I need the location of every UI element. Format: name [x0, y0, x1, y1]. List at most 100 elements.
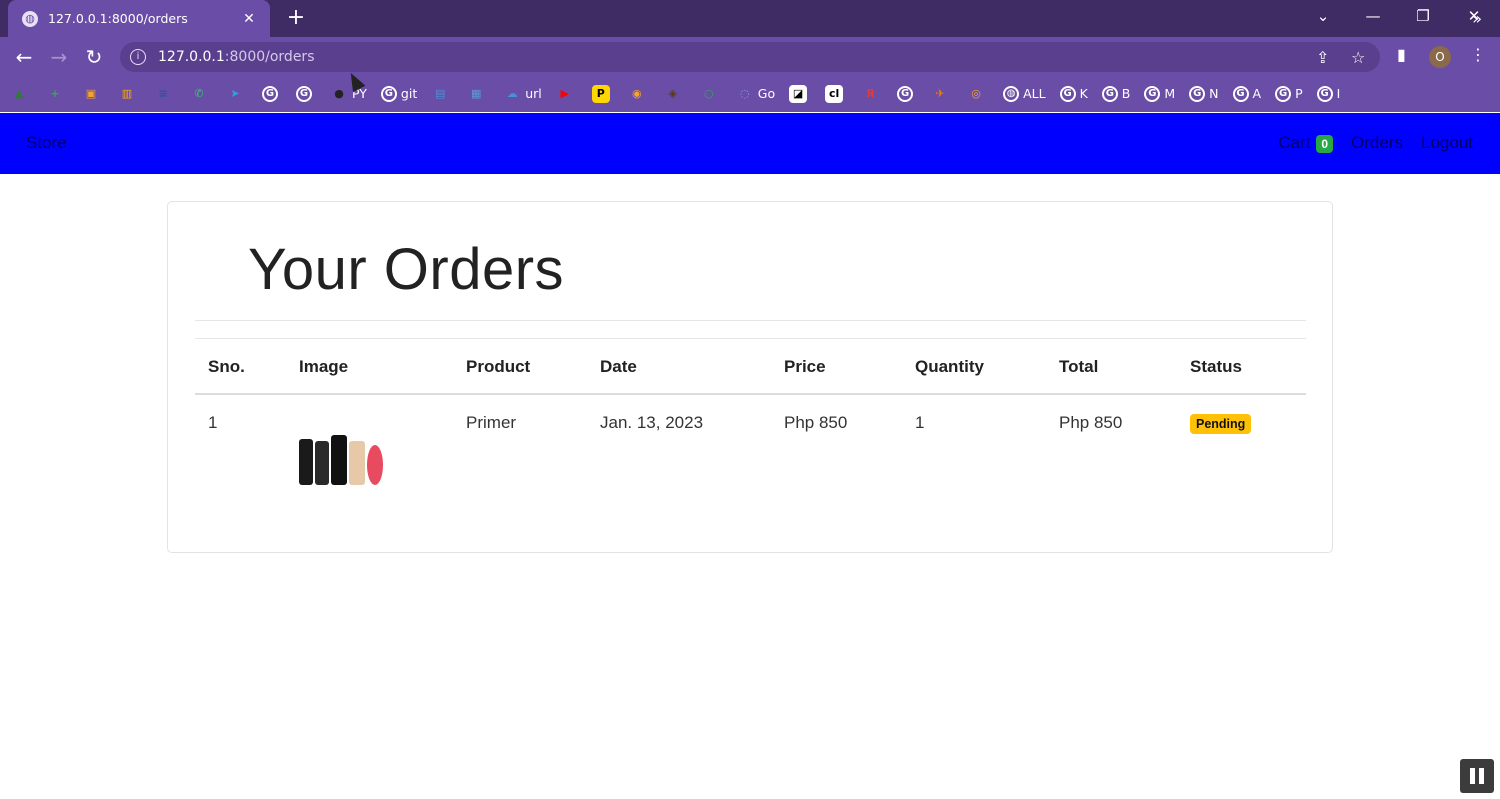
- plus-app-icon: +: [50, 87, 60, 100]
- restore-icon[interactable]: ❐: [1400, 0, 1446, 32]
- bookmark-item[interactable]: GK: [1059, 85, 1088, 102]
- eye-icon: ◎: [971, 87, 981, 100]
- bookmark-item[interactable]: G: [296, 85, 316, 102]
- bookmark-item[interactable]: Ggit: [380, 85, 418, 102]
- cloud-icon: ☁: [506, 87, 518, 100]
- google-icon: G: [1316, 85, 1333, 102]
- bookmarks-overflow-icon[interactable]: »: [1472, 9, 1482, 28]
- bookmark-item[interactable]: GI: [1316, 85, 1341, 102]
- bookmark-label: url: [525, 86, 542, 101]
- cell-date: Jan. 13, 2023: [600, 413, 704, 432]
- bookmark-item[interactable]: ▣: [82, 85, 104, 103]
- forward-icon[interactable]: →: [46, 44, 72, 70]
- cl-icon: cl: [825, 84, 844, 103]
- bookmarks-bar: ▲ + ▣ ▥ ≡ ✆ ➤ G G ● PY Ggit ▤ ▦ ☁ url ▶ P ◉ ◈ ○ ◌ Go ◪ cl Я G ✈ ◎ ◍ AL…: [0, 75, 1500, 112]
- brand-link[interactable]: Store: [26, 133, 67, 153]
- bookmark-label: B: [1121, 86, 1131, 101]
- cell-product: Primer: [466, 413, 517, 432]
- bookmark-item[interactable]: ◉: [628, 85, 650, 103]
- pause-recording-button[interactable]: [1460, 759, 1494, 793]
- bookmark-label: git: [400, 86, 418, 101]
- bookmark-item[interactable]: Я: [861, 85, 883, 103]
- bookmark-item[interactable]: G: [262, 85, 282, 102]
- bookmark-item[interactable]: ◪: [789, 84, 811, 103]
- google-icon: G: [296, 85, 312, 102]
- google-icon: G: [1059, 85, 1076, 102]
- bookmark-item[interactable]: ▦: [467, 85, 489, 103]
- status-badge: Pending: [1190, 414, 1252, 434]
- tab-search-icon[interactable]: ⌄: [1300, 0, 1346, 32]
- side-panel-icon[interactable]: ▮: [1397, 45, 1406, 64]
- google-icon: G: [380, 85, 397, 102]
- bookmark-item[interactable]: ✆: [190, 85, 212, 103]
- bookmark-item[interactable]: cl: [825, 84, 847, 103]
- bookmark-item[interactable]: ▤: [431, 85, 453, 103]
- swirl-icon: ◌: [739, 87, 750, 100]
- menu-kebab-icon[interactable]: ⋮: [1470, 45, 1486, 64]
- column-header-price: Price: [771, 339, 902, 395]
- bookmark-item[interactable]: G: [897, 85, 917, 102]
- bookmark-label: P: [1295, 86, 1303, 101]
- bookmark-item[interactable]: ◍ ALL: [1003, 85, 1046, 102]
- cell-status: Pending: [1177, 394, 1306, 497]
- orders-card: Your Orders Sno. Image Product Date Pric…: [167, 201, 1333, 553]
- table-top-divider: [195, 338, 1306, 339]
- bookmark-item[interactable]: P: [591, 84, 614, 103]
- bookmark-item[interactable]: +: [46, 85, 68, 103]
- cell-sno: 1: [208, 413, 218, 432]
- bookmark-label: K: [1079, 86, 1088, 101]
- cell-total: Php 850: [1059, 413, 1123, 432]
- bookmark-label: ALL: [1023, 86, 1046, 101]
- browser-titlebar: ◍ 127.0.0.1:8000/orders ✕ + ⌄ — ❐ ✕: [0, 0, 1500, 37]
- bookmark-label: I: [1336, 86, 1341, 101]
- site-navbar: Store Cart 0 Orders Logout: [0, 113, 1500, 174]
- reload-icon[interactable]: ↻: [81, 44, 107, 70]
- profile-avatar[interactable]: O: [1429, 46, 1451, 68]
- orders-link[interactable]: Orders: [1351, 133, 1403, 153]
- drive-icon: ▲: [14, 87, 24, 100]
- tab-title: 127.0.0.1:8000/orders: [48, 11, 188, 26]
- page-title: Your Orders: [248, 237, 565, 302]
- bookmark-item[interactable]: ◈: [664, 85, 686, 103]
- google-icon: G: [1101, 85, 1118, 102]
- logout-link[interactable]: Logout: [1421, 133, 1473, 153]
- new-tab-button[interactable]: +: [284, 6, 308, 30]
- bookmark-item[interactable]: GB: [1101, 85, 1131, 102]
- product-image: [299, 423, 441, 485]
- bookmark-item[interactable]: ▲: [10, 85, 32, 103]
- github-icon: ●: [334, 87, 344, 100]
- minimize-icon[interactable]: —: [1350, 0, 1396, 32]
- bookmark-item[interactable]: ✈: [931, 85, 953, 103]
- bookmark-item[interactable]: GN: [1189, 85, 1219, 102]
- bookmark-star-icon[interactable]: ☆: [1351, 48, 1365, 67]
- bookmark-item[interactable]: ◌ Go: [736, 85, 775, 103]
- google-icon: G: [1144, 85, 1161, 102]
- cart-link[interactable]: Cart 0: [1278, 133, 1334, 153]
- globe-icon: ◍: [1003, 85, 1020, 102]
- bookmark-item[interactable]: ➤: [226, 85, 248, 103]
- youtube-icon: ▶: [560, 87, 569, 100]
- bookmark-item[interactable]: GP: [1275, 85, 1303, 102]
- share-icon[interactable]: ⇪: [1316, 48, 1329, 67]
- column-header-product: Product: [453, 339, 587, 395]
- close-tab-icon[interactable]: ✕: [240, 11, 258, 27]
- bookmark-item[interactable]: ○: [700, 85, 722, 103]
- badge-icon: ◈: [668, 87, 677, 100]
- bookmark-item[interactable]: ▥: [118, 85, 140, 103]
- bookmark-item[interactable]: ☁ url: [503, 85, 542, 103]
- bookmark-item[interactable]: ≡: [154, 85, 176, 103]
- bookmark-item[interactable]: ◎: [967, 85, 989, 103]
- title-divider: [195, 320, 1306, 321]
- orders-table: Sno. Image Product Date Price Quantity T…: [195, 339, 1306, 497]
- bookmark-item[interactable]: GM: [1144, 85, 1175, 102]
- browser-tab-active[interactable]: ◍ 127.0.0.1:8000/orders ✕: [8, 0, 270, 37]
- back-icon[interactable]: ←: [11, 44, 37, 70]
- site-info-icon[interactable]: i: [130, 49, 146, 65]
- bookmark-item[interactable]: ▶: [556, 85, 578, 103]
- column-header-sno: Sno.: [195, 339, 286, 395]
- pause-icon-bar: [1479, 768, 1484, 784]
- ieee-icon: ≡: [158, 87, 168, 100]
- bookmark-label: A: [1252, 86, 1262, 101]
- address-bar[interactable]: i 127.0.0.1:8000/orders ⇪ ☆: [120, 42, 1380, 72]
- bookmark-item[interactable]: GA: [1232, 85, 1262, 102]
